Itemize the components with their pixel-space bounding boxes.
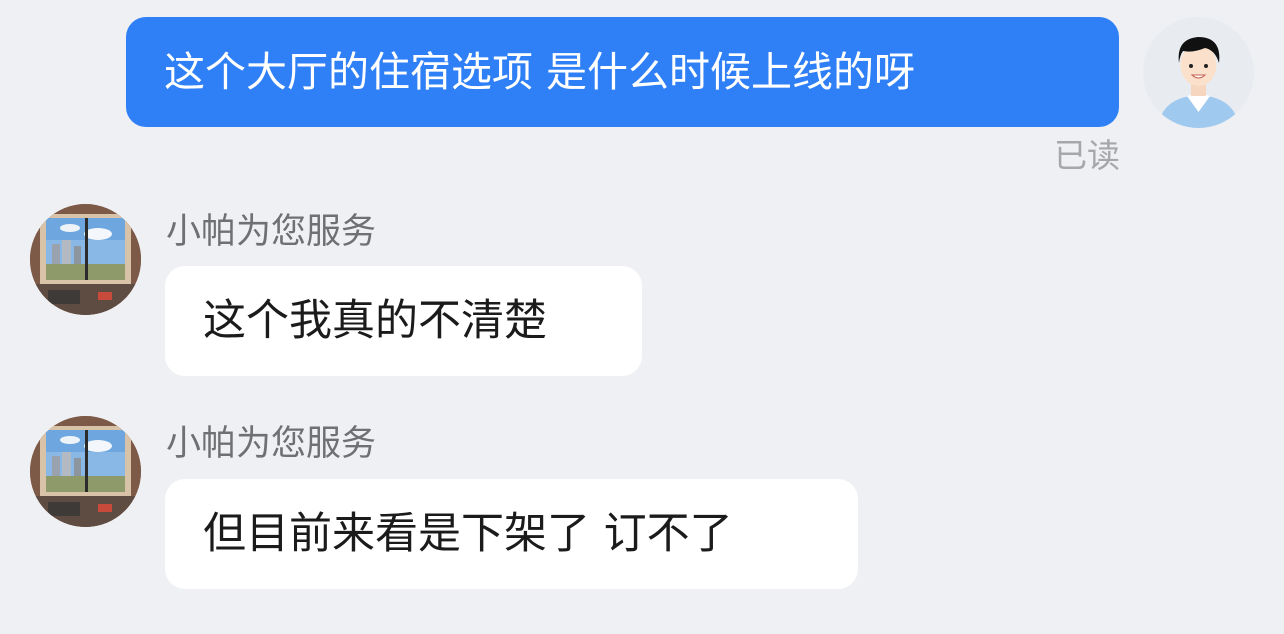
incoming-message-bubble[interactable]: 这个我真的不清楚: [165, 266, 642, 376]
agent-name: 小帕为您服务: [166, 424, 377, 464]
user-avatar-icon[interactable]: [1143, 17, 1254, 128]
agent-avatar-icon[interactable]: [30, 416, 141, 527]
read-status: 已读: [1054, 136, 1120, 175]
agent-name: 小帕为您服务: [166, 212, 377, 252]
agent-avatar-icon[interactable]: [30, 204, 141, 315]
chat-message-list: 这个大厅的住宿选项 是什么时候上线的呀 已读 小帕为您服务 这个我真的不清楚 小…: [0, 0, 1284, 634]
outgoing-message-bubble[interactable]: 这个大厅的住宿选项 是什么时候上线的呀: [126, 17, 1119, 127]
incoming-message-bubble[interactable]: 但目前来看是下架了 订不了: [165, 479, 858, 589]
